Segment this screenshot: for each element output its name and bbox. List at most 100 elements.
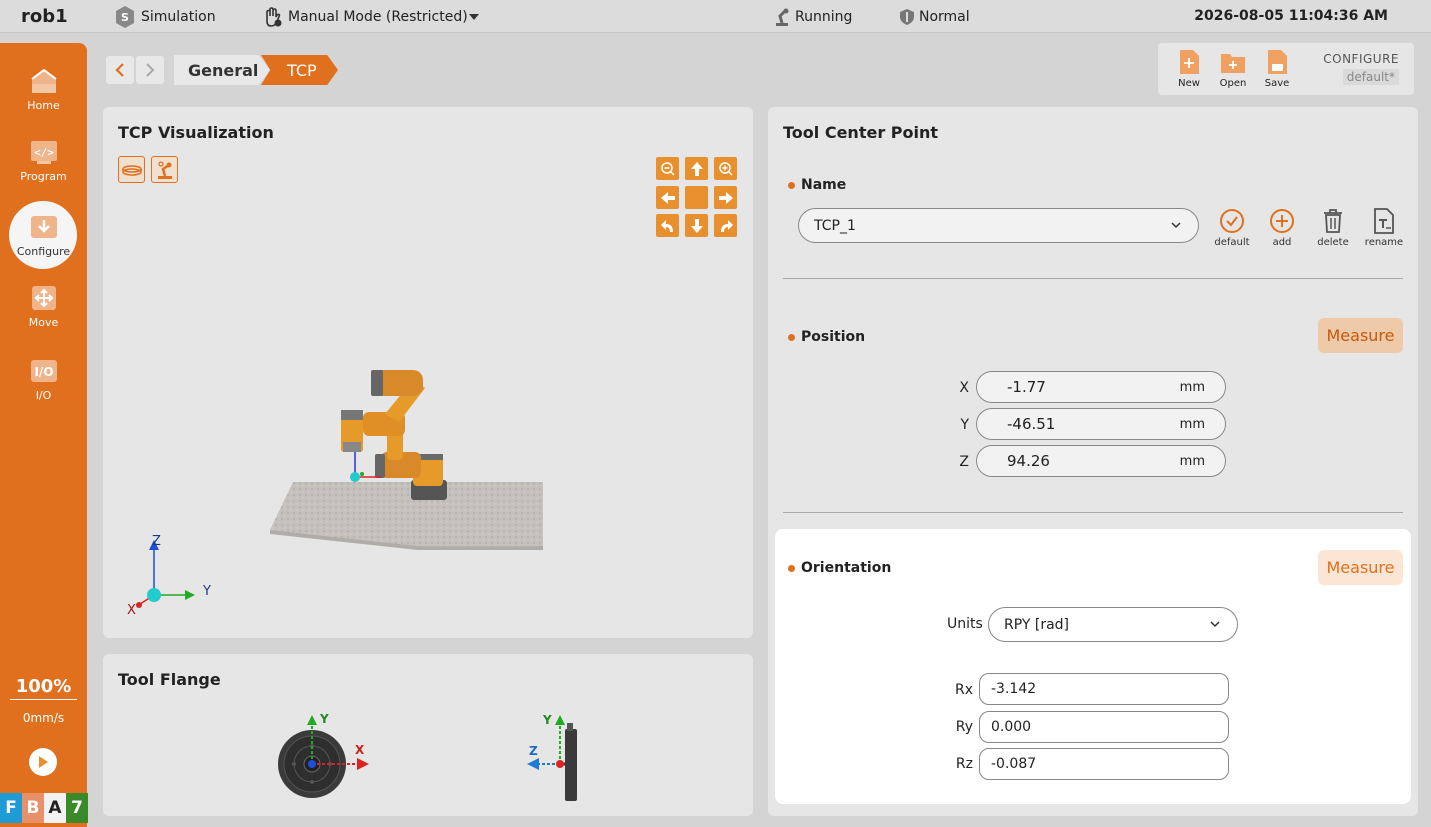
chevron-down-icon xyxy=(1210,621,1220,628)
breadcrumb-general[interactable]: General xyxy=(174,55,270,85)
tcp-name-dropdown[interactable]: TCP_1 xyxy=(798,208,1199,243)
code-icon: </> xyxy=(29,138,59,166)
sidebar-item-move[interactable]: Move xyxy=(0,284,87,348)
position-x-field[interactable]: -1.77 mm xyxy=(976,371,1226,403)
manual-mode-dropdown[interactable]: Manual Mode (Restricted) xyxy=(262,4,484,30)
manual-mode-label: Manual Mode (Restricted) xyxy=(288,9,468,25)
rotate-right-button[interactable] xyxy=(714,214,737,237)
sidebar-item-configure[interactable]: Configure xyxy=(0,201,87,277)
new-button[interactable]: New xyxy=(1169,49,1209,89)
pan-up-button[interactable] xyxy=(685,157,708,180)
zoom-in-button[interactable] xyxy=(714,157,737,180)
back-button[interactable] xyxy=(106,56,134,84)
rotation-ry-field[interactable]: 0.000 xyxy=(979,711,1229,743)
flange-side-view: Y Z xyxy=(527,713,577,801)
position-x-label: X xyxy=(959,380,969,396)
badge-a: A xyxy=(44,793,66,823)
flange-side-z-label: Z xyxy=(529,744,538,758)
axis-triad: Z Y X xyxy=(127,534,211,618)
flange-view-icon xyxy=(121,164,142,176)
section-dot xyxy=(788,333,795,341)
speed-value: 0mm/s xyxy=(22,711,65,725)
speed-percent[interactable]: 100% xyxy=(10,676,77,700)
rename-tcp-button[interactable]: rename xyxy=(1363,208,1405,248)
position-y-field[interactable]: -46.51 mm xyxy=(976,408,1226,440)
position-z-field[interactable]: 94.26 mm xyxy=(976,445,1226,477)
arrow-up-icon xyxy=(690,161,703,176)
save-file-icon xyxy=(1268,50,1287,74)
rotate-left-button[interactable] xyxy=(656,214,679,237)
flange-front-y-label: Y xyxy=(319,712,329,726)
robot-3d-scene[interactable] xyxy=(263,362,553,552)
rotation-rx-field[interactable]: -3.142 xyxy=(979,673,1229,705)
rename-icon xyxy=(1374,208,1394,234)
rotation-ry-label: Ry xyxy=(955,719,973,735)
chevron-left-icon xyxy=(115,63,124,77)
orientation-section-label: Orientation xyxy=(788,560,891,576)
simulation-indicator[interactable]: S Simulation xyxy=(113,4,216,30)
delete-tcp-button[interactable]: delete xyxy=(1312,208,1354,248)
sidebar-item-label: Configure xyxy=(16,245,71,258)
rotate-left-icon xyxy=(660,219,673,232)
reset-view-button[interactable] xyxy=(685,186,708,209)
view-flange-button[interactable] xyxy=(118,156,145,183)
arrow-right-icon xyxy=(718,191,733,204)
sidebar-item-label: Move xyxy=(28,316,59,329)
sidebar-item-io[interactable]: I/O I/O xyxy=(0,357,87,421)
tcp-marker xyxy=(350,472,360,482)
chevron-right-icon xyxy=(146,63,155,77)
folder-icon xyxy=(1221,54,1245,73)
divider xyxy=(783,512,1403,513)
position-y-label: Y xyxy=(960,417,969,433)
set-default-button[interactable]: default xyxy=(1211,208,1253,248)
sidebar-item-label: Home xyxy=(27,99,60,112)
breadcrumb-tcp[interactable]: TCP xyxy=(261,55,338,85)
run-status: Running xyxy=(773,4,852,30)
pan-right-button[interactable] xyxy=(714,186,737,209)
forward-button[interactable] xyxy=(136,56,164,84)
rotation-rz-label: Rz xyxy=(955,756,973,772)
zoom-out-icon xyxy=(660,161,675,176)
arrow-left-icon xyxy=(660,191,675,204)
badge-f: F xyxy=(0,793,22,823)
shield-icon xyxy=(900,9,914,25)
status-badges: F B A 7 xyxy=(0,793,88,823)
simulation-icon: S xyxy=(116,6,134,28)
pan-left-button[interactable] xyxy=(656,186,679,209)
section-dot xyxy=(788,564,795,572)
simulation-label: Simulation xyxy=(141,9,216,25)
sidebar-item-program[interactable]: </> Program xyxy=(0,138,87,202)
units-value: RPY [rad] xyxy=(1004,616,1070,633)
file-toolbar: New Open Save CONFIGURE default* xyxy=(1158,43,1414,95)
configure-label: CONFIGURE xyxy=(1323,52,1399,66)
add-tcp-button[interactable]: add xyxy=(1261,208,1303,248)
io-icon: I/O xyxy=(29,357,59,385)
svg-text:I/O: I/O xyxy=(34,365,53,379)
axis-x-label: X xyxy=(127,603,136,618)
home-icon xyxy=(29,67,59,95)
history-nav xyxy=(106,56,164,84)
chevron-down-icon xyxy=(1171,222,1181,229)
rotate-right-icon xyxy=(720,219,733,232)
datetime: 2026-08-05 11:04:36 AM xyxy=(1194,8,1388,24)
tool-flange-panel: Tool Flange Y X Y Z xyxy=(103,654,753,816)
flange-front-view: Y X xyxy=(278,712,369,798)
tcp-visualization-panel: TCP Visualization Z Y X xyxy=(103,107,753,638)
sidebar-item-home[interactable]: Home xyxy=(0,67,87,131)
zoom-out-button[interactable] xyxy=(656,157,679,180)
panel-title: TCP Visualization xyxy=(118,123,274,142)
save-button[interactable]: Save xyxy=(1257,49,1297,89)
flange-front-x-label: X xyxy=(355,743,365,757)
measure-orientation-button[interactable]: Measure xyxy=(1318,550,1403,585)
new-file-icon xyxy=(1180,50,1199,74)
play-button[interactable] xyxy=(29,748,57,776)
units-dropdown[interactable]: RPY [rad] xyxy=(988,607,1238,642)
axis-y-label: Y xyxy=(202,584,211,599)
open-button[interactable]: Open xyxy=(1213,49,1253,89)
measure-position-button[interactable]: Measure xyxy=(1318,318,1403,353)
rotation-rz-field[interactable]: -0.087 xyxy=(979,748,1229,780)
pan-down-button[interactable] xyxy=(685,214,708,237)
units-label: Units xyxy=(947,616,983,632)
move-icon xyxy=(29,284,59,312)
view-robot-button[interactable] xyxy=(151,156,178,183)
